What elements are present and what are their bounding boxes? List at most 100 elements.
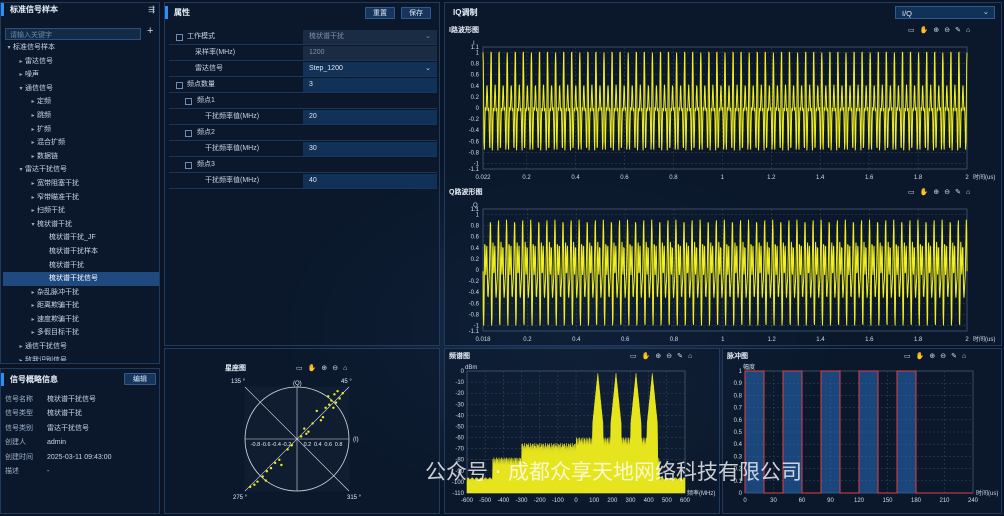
- tree-item[interactable]: ▸ 雷达信号: [3, 55, 159, 69]
- freq1-jam-field[interactable]: 20: [303, 110, 437, 124]
- tree-item[interactable]: ▸ 数据链: [3, 150, 159, 164]
- radar-signal-select[interactable]: Step_1200: [303, 62, 437, 76]
- chevron-right-icon[interactable]: ▸: [29, 110, 37, 124]
- chevron-right-icon[interactable]: ▸: [17, 355, 25, 361]
- tree-item[interactable]: 梳状谱干扰样本: [3, 245, 159, 259]
- chevron-right-icon[interactable]: ▸: [29, 300, 37, 314]
- tree-item-label: 敌我识别信号: [25, 356, 67, 361]
- chevron-right-icon[interactable]: ▸: [29, 327, 37, 341]
- tree-item[interactable]: ▸ 敌我识别信号: [3, 354, 159, 361]
- chevron-down-icon[interactable]: ▾: [29, 219, 37, 233]
- sample-rate-field[interactable]: 1200: [303, 46, 437, 60]
- zoom-out-icon[interactable]: ⊖: [944, 188, 950, 196]
- tick-label: 0.8: [471, 224, 480, 230]
- collapse-icon[interactable]: ⇶: [148, 5, 155, 14]
- chevron-right-icon[interactable]: ▸: [29, 314, 37, 328]
- freq-count-checkbox[interactable]: [176, 82, 183, 89]
- freq2-checkbox[interactable]: [185, 130, 192, 137]
- chevron-right-icon[interactable]: ▸: [17, 69, 25, 83]
- freq3-jam-field[interactable]: 40: [303, 174, 437, 188]
- zoom-in-icon[interactable]: ⊕: [655, 352, 661, 360]
- zoom-out-icon[interactable]: ⊖: [940, 352, 946, 360]
- tree-item[interactable]: 梳状谱干扰信号: [3, 272, 159, 286]
- zoom-in-icon[interactable]: ⊕: [933, 188, 939, 196]
- chevron-right-icon[interactable]: ▸: [29, 205, 37, 219]
- zoom-out-icon[interactable]: ⊖: [666, 352, 672, 360]
- freq1-checkbox[interactable]: [185, 98, 192, 105]
- tree-item[interactable]: ▾ 梳状谱干扰: [3, 218, 159, 232]
- chevron-down-icon[interactable]: ▾: [5, 42, 13, 56]
- work-mode-select[interactable]: 梳状谱干扰: [303, 30, 437, 44]
- tree-item[interactable]: ▸ 距离欺骗干扰: [3, 299, 159, 313]
- tree-item[interactable]: 梳状谱干扰_JF: [3, 231, 159, 245]
- axis-label: 时间(us): [973, 335, 995, 343]
- tree-item[interactable]: ▾ 通信信号: [3, 82, 159, 96]
- tree-item[interactable]: ▸ 扫频干扰: [3, 204, 159, 218]
- chevron-down-icon[interactable]: ▾: [17, 83, 25, 97]
- chevron-right-icon[interactable]: ▸: [29, 124, 37, 138]
- home-icon[interactable]: ⌂: [962, 353, 966, 360]
- zoom-out-icon[interactable]: ⊖: [332, 364, 338, 372]
- chevron-right-icon[interactable]: ▸: [17, 341, 25, 355]
- tree-item[interactable]: ▾ 标准信号样本: [3, 41, 159, 55]
- tree-item[interactable]: ▸ 宽带阻塞干扰: [3, 177, 159, 191]
- pencil-icon[interactable]: ✎: [955, 188, 961, 196]
- info-key: 信号类型: [5, 410, 33, 418]
- freq2-jam-field[interactable]: 30: [303, 142, 437, 156]
- add-icon[interactable]: +: [147, 25, 153, 37]
- tree-item[interactable]: ▸ 多假目标干扰: [3, 326, 159, 340]
- search-box[interactable]: 请输入关键字: [5, 28, 141, 40]
- chevron-right-icon[interactable]: ▸: [29, 96, 37, 110]
- tree-item[interactable]: ▸ 混合扩频: [3, 136, 159, 150]
- reset-button[interactable]: 重置: [365, 7, 395, 19]
- zoom-out-icon[interactable]: ⊖: [944, 26, 950, 34]
- search-input[interactable]: 请输入关键字: [10, 30, 52, 40]
- zoom-in-icon[interactable]: ⊕: [933, 26, 939, 34]
- zoom-in-icon[interactable]: ⊕: [929, 352, 935, 360]
- chevron-down-icon[interactable]: ▾: [17, 164, 25, 178]
- tick-label: -60: [455, 436, 464, 442]
- tree-item[interactable]: ▸ 窄带瞄准干扰: [3, 191, 159, 205]
- tick-label: 0.7: [734, 406, 743, 412]
- pan-icon[interactable]: ✋: [920, 26, 929, 34]
- tick-label: 30: [770, 498, 777, 504]
- tree-item[interactable]: ▸ 通信干扰信号: [3, 340, 159, 354]
- screenshot-icon[interactable]: ▭: [904, 352, 911, 360]
- tree-item[interactable]: ▸ 扩频: [3, 123, 159, 137]
- chevron-right-icon[interactable]: ▸: [17, 56, 25, 70]
- zoom-in-icon[interactable]: ⊕: [321, 364, 327, 372]
- tree-item[interactable]: ▸ 跳频: [3, 109, 159, 123]
- pan-icon[interactable]: ✋: [642, 352, 651, 360]
- pencil-icon[interactable]: ✎: [951, 352, 957, 360]
- chevron-right-icon[interactable]: ▸: [29, 287, 37, 301]
- tree-item[interactable]: 梳状谱干扰: [3, 259, 159, 273]
- chevron-right-icon[interactable]: ▸: [29, 178, 37, 192]
- screenshot-icon[interactable]: ▭: [296, 364, 303, 372]
- screenshot-icon[interactable]: ▭: [908, 26, 915, 34]
- home-icon[interactable]: ⌂: [966, 27, 970, 34]
- pencil-icon[interactable]: ✎: [955, 26, 961, 34]
- pan-icon[interactable]: ✋: [920, 188, 929, 196]
- tree-item[interactable]: ▸ 速度欺骗干扰: [3, 313, 159, 327]
- freq-count-field[interactable]: 3: [303, 78, 437, 92]
- chevron-right-icon[interactable]: ▸: [29, 137, 37, 151]
- tree-item[interactable]: ▸ 定频: [3, 95, 159, 109]
- work-mode-checkbox[interactable]: [176, 34, 183, 41]
- edit-button[interactable]: 编辑: [124, 373, 156, 385]
- pan-icon[interactable]: ✋: [308, 364, 317, 372]
- home-icon[interactable]: ⌂: [343, 365, 347, 372]
- screenshot-icon[interactable]: ▭: [630, 352, 637, 360]
- home-icon[interactable]: ⌂: [688, 353, 692, 360]
- chevron-right-icon[interactable]: ▸: [29, 151, 37, 165]
- tree-item[interactable]: ▸ 噪声: [3, 68, 159, 82]
- screenshot-icon[interactable]: ▭: [908, 188, 915, 196]
- tree-item[interactable]: ▸ 杂乱脉冲干扰: [3, 286, 159, 300]
- freq3-checkbox[interactable]: [185, 162, 192, 169]
- pencil-icon[interactable]: ✎: [677, 352, 683, 360]
- chevron-right-icon[interactable]: ▸: [29, 192, 37, 206]
- iq-select[interactable]: I/Q ⌄: [895, 6, 995, 19]
- tree-item[interactable]: ▾ 雷达干扰信号: [3, 163, 159, 177]
- home-icon[interactable]: ⌂: [966, 189, 970, 196]
- save-button[interactable]: 保存: [401, 7, 431, 19]
- pan-icon[interactable]: ✋: [916, 352, 925, 360]
